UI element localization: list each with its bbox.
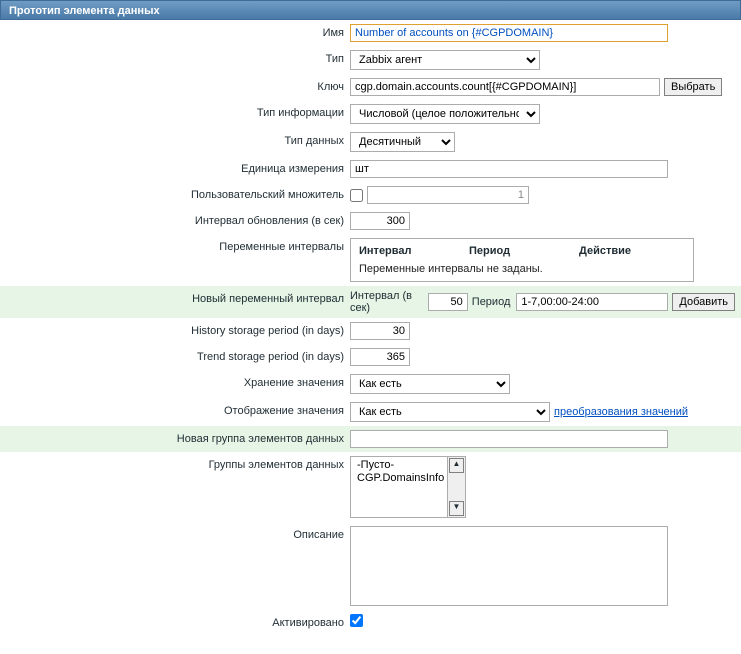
key-input[interactable] [350,78,660,96]
group-option[interactable]: -Пусто- [355,459,443,472]
label-groups: Группы элементов данных [0,456,350,471]
label-key: Ключ [0,78,350,93]
label-flex-interval-sec: Интервал (в сек) [350,290,422,314]
trends-input[interactable] [350,348,410,366]
data-type-select[interactable]: Десятичный [350,132,455,152]
flex-period-input[interactable] [516,293,668,311]
label-update-interval: Интервал обновления (в сек) [0,212,350,227]
label-description: Описание [0,526,350,541]
unit-input[interactable] [350,160,668,178]
flex-col-period: Период [469,245,579,257]
show-value-select[interactable]: Как есть [350,402,550,422]
group-down-button[interactable]: ▼ [449,501,464,516]
info-type-select[interactable]: Числовой (целое положительное) [350,104,540,124]
label-history: History storage period (in days) [0,322,350,337]
label-unit: Единица измерения [0,160,350,175]
new-group-input[interactable] [350,430,668,448]
flex-col-interval: Интервал [359,245,469,257]
groups-select[interactable]: -Пусто- CGP.DomainsInfo [351,457,447,517]
label-new-flex: Новый переменный интервал [0,290,350,305]
form-header: Прототип элемента данных [0,0,741,20]
label-store-value: Хранение значения [0,374,350,389]
multiplier-input [367,186,529,204]
multiplier-checkbox[interactable] [350,189,363,202]
label-info-type: Тип информации [0,104,350,119]
label-flex-period: Период [472,296,511,308]
label-data-type: Тип данных [0,132,350,147]
store-value-select[interactable]: Как есть [350,374,510,394]
description-textarea[interactable] [350,526,668,606]
history-input[interactable] [350,322,410,340]
value-maps-link[interactable]: преобразования значений [554,406,688,418]
label-enabled: Активировано [0,614,350,629]
group-option[interactable]: CGP.DomainsInfo [355,472,443,485]
flex-interval-input[interactable] [428,293,468,311]
form-title: Прототип элемента данных [9,5,160,17]
label-new-group: Новая группа элементов данных [0,430,350,445]
flex-intervals-box: Интервал Период Действие Переменные инте… [350,238,694,282]
label-trends: Trend storage period (in days) [0,348,350,363]
select-key-button[interactable]: Выбрать [664,78,722,96]
add-flex-button[interactable]: Добавить [672,293,735,311]
label-flex-intervals: Переменные интервалы [0,238,350,253]
label-type: Тип [0,50,350,65]
update-interval-input[interactable] [350,212,410,230]
label-multiplier: Пользовательский множитель [0,186,350,201]
group-up-button[interactable]: ▲ [449,458,464,473]
enabled-checkbox[interactable] [350,614,363,627]
label-name: Имя [0,24,350,39]
label-show-value: Отображение значения [0,402,350,417]
flex-col-action: Действие [579,245,679,257]
flex-empty-text: Переменные интервалы не заданы. [359,263,685,275]
name-input[interactable] [350,24,668,42]
type-select[interactable]: Zabbix агент [350,50,540,70]
